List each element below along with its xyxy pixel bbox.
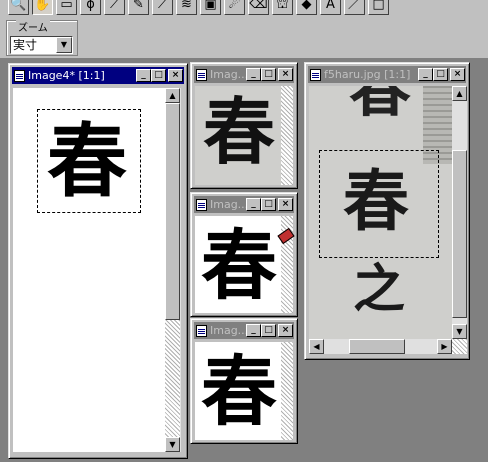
document-icon — [196, 198, 207, 211]
clone-stamp-icon[interactable]: ≋ — [176, 0, 197, 15]
image-canvas[interactable]: 春 — [195, 342, 281, 440]
window-small-3: Imag... _ □ × 春 — [190, 318, 298, 444]
maximize-button[interactable]: □ — [151, 69, 166, 82]
flood-fill-icon[interactable]: ◆ — [296, 0, 317, 15]
image-canvas[interactable]: 春 — [195, 216, 281, 313]
close-button[interactable]: × — [168, 69, 183, 82]
kanji-character-top: 春 — [349, 86, 412, 125]
close-button[interactable]: × — [278, 198, 293, 211]
scroll-thumb[interactable] — [349, 339, 405, 354]
horizontal-scrollbar[interactable]: ◀ ▶ — [309, 339, 452, 354]
window-title: Image4* [1:1] — [28, 69, 105, 82]
document-icon — [196, 324, 207, 337]
close-button[interactable]: × — [278, 324, 293, 337]
scroll-thumb[interactable] — [452, 150, 467, 318]
window-title: f5haru.jpg [1:1] — [324, 68, 411, 81]
minimize-button[interactable]: _ — [418, 68, 433, 81]
window-f5haru-titlebar[interactable]: f5haru.jpg [1:1] _ □ × — [308, 66, 466, 83]
maximize-button[interactable]: □ — [261, 324, 276, 337]
eraser-icon[interactable]: ⌫ — [248, 0, 269, 15]
document-icon — [310, 68, 321, 81]
kanji-character-middle: 春 — [343, 162, 409, 240]
document-icon — [14, 69, 25, 82]
scroll-down-button[interactable]: ▼ — [452, 324, 467, 339]
document-icon — [196, 68, 207, 81]
vertical-scrollbar[interactable]: ▲ ▼ — [452, 86, 467, 339]
hand-icon[interactable]: ✋ — [32, 0, 53, 15]
window-image4: Image4* [1:1] _ □ × 春 ▲ ▼ — [8, 63, 188, 459]
minimize-button[interactable]: _ — [136, 69, 151, 82]
zoom-label: ズーム — [16, 19, 50, 34]
kanji-character: 春 — [203, 89, 276, 174]
minimize-button[interactable]: _ — [246, 324, 261, 337]
shape-tool-icon[interactable]: □ — [368, 0, 389, 15]
scroll-right-button[interactable]: ▶ — [437, 339, 452, 354]
rect-select-icon[interactable]: ▭ — [56, 0, 77, 15]
window-small-2-titlebar[interactable]: Imag... _ □ × — [194, 196, 294, 213]
kanji-character: 春 — [47, 114, 127, 208]
vertical-scrollbar[interactable]: ▲ ▼ — [165, 88, 181, 452]
tool-palette: 🔍 ✋ ▭ ϕ ⟋ ✎ ⟋ ≋ ▣ ☄ ⌫ ⛫ ◆ A ／ □ — [8, 0, 389, 15]
retouch-icon[interactable]: ☄ — [224, 0, 245, 15]
color-replace-icon[interactable]: ▣ — [200, 0, 221, 15]
zoom-select[interactable]: 実寸 ▼ — [10, 36, 73, 54]
kanji-character: 春 — [201, 221, 277, 310]
kanji-character-bottom: 之 — [353, 259, 406, 320]
window-title: Imag... — [210, 324, 246, 337]
maximize-button[interactable]: □ — [433, 68, 448, 81]
resize-grip[interactable] — [452, 339, 467, 354]
image-canvas[interactable]: 春 — [195, 86, 281, 185]
vertical-scrollbar[interactable] — [281, 86, 293, 185]
scroll-track[interactable] — [165, 320, 180, 437]
scroll-down-button[interactable]: ▼ — [165, 437, 180, 452]
brush-icon[interactable]: ⟋ — [152, 0, 173, 15]
line-tool-icon[interactable]: ／ — [344, 0, 365, 15]
window-title: Imag... — [210, 198, 246, 211]
text-tool-icon[interactable]: A — [320, 0, 341, 15]
vertical-scrollbar[interactable] — [281, 342, 293, 440]
toolbar: 🔍 ✋ ▭ ϕ ⟋ ✎ ⟋ ≋ ▣ ☄ ⌫ ⛫ ◆ A ／ □ ズーム 実寸 ▼ — [0, 0, 488, 58]
window-small-1-titlebar[interactable]: Imag... _ □ × — [194, 66, 294, 83]
minimize-button[interactable]: _ — [246, 198, 261, 211]
image-canvas[interactable]: 春 春 之 — [309, 86, 452, 339]
window-f5haru: f5haru.jpg [1:1] _ □ × 春 春 之 ▲ ▼ ◀ ▶ — [304, 62, 470, 360]
lasso-icon[interactable]: ϕ — [80, 0, 101, 15]
scroll-up-button[interactable]: ▲ — [452, 86, 467, 101]
maximize-button[interactable]: □ — [261, 198, 276, 211]
close-button[interactable]: × — [450, 68, 465, 81]
window-small-1: Imag... _ □ × 春 — [190, 62, 298, 189]
window-title: Imag... — [210, 68, 246, 81]
zoom-value: 実寸 — [13, 38, 38, 52]
eyedropper-icon[interactable]: ⟋ — [104, 0, 125, 15]
scroll-up-button[interactable]: ▲ — [165, 88, 180, 103]
window-image4-titlebar[interactable]: Image4* [1:1] _ □ × — [12, 67, 184, 84]
kanji-character: 春 — [201, 347, 277, 436]
window-small-2: Imag... _ □ × 春 — [190, 192, 298, 317]
pencil-icon[interactable]: ✎ — [128, 0, 149, 15]
picture-tube-icon[interactable]: ⛫ — [272, 0, 293, 15]
minimize-button[interactable]: _ — [246, 68, 261, 81]
scroll-thumb[interactable] — [165, 103, 180, 320]
magnifier-icon[interactable]: 🔍 — [8, 0, 29, 15]
chevron-down-icon[interactable]: ▼ — [56, 37, 72, 53]
window-small-3-titlebar[interactable]: Imag... _ □ × — [194, 322, 294, 339]
maximize-button[interactable]: □ — [261, 68, 276, 81]
image-canvas[interactable]: 春 — [13, 88, 165, 452]
scroll-left-button[interactable]: ◀ — [309, 339, 324, 354]
close-button[interactable]: × — [278, 68, 293, 81]
